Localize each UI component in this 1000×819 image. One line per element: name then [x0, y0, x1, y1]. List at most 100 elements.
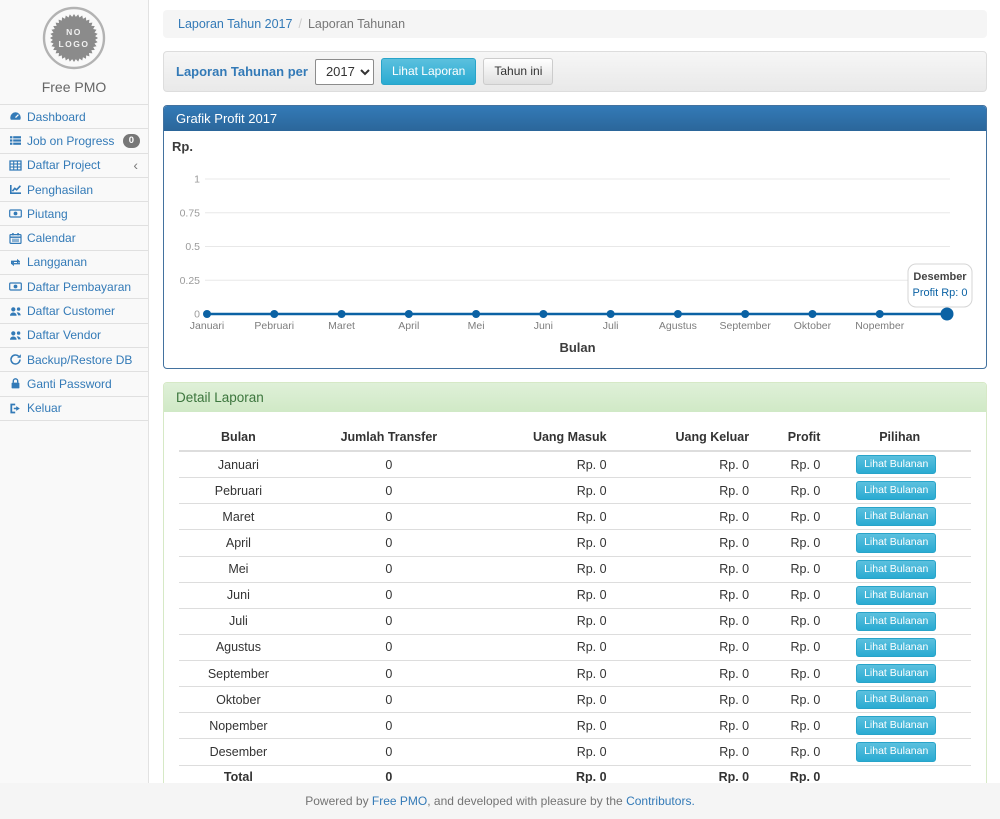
view-report-button[interactable]: Lihat Laporan	[381, 58, 476, 85]
main-content: Laporan Tahun 2017/Laporan Tahunan Lapor…	[150, 0, 1000, 819]
data-point-agustus[interactable]	[674, 310, 682, 318]
breadcrumb-current: Laporan Tahunan	[308, 17, 405, 31]
detail-panel-body: BulanJumlah TransferUang MasukUang Kelua…	[164, 412, 986, 805]
column-header-jumlah-transfer: Jumlah Transfer	[298, 424, 480, 451]
lihat-bulanan-button-maret[interactable]: Lihat Bulanan	[856, 507, 936, 526]
users-icon	[9, 329, 22, 342]
line-chart-icon	[9, 183, 22, 196]
lihat-bulanan-button-september[interactable]: Lihat Bulanan	[856, 664, 936, 683]
data-point-april[interactable]	[405, 310, 413, 318]
data-point-mei[interactable]	[472, 310, 480, 318]
brand-name: Free PMO	[0, 79, 148, 95]
sidebar-item-langganan[interactable]: Langganan	[0, 251, 148, 275]
cell-bulan: September	[179, 661, 298, 687]
chart-tooltip-label: Desember	[913, 271, 967, 283]
sidebar-item-ganti-password[interactable]: Ganti Password	[0, 372, 148, 396]
data-point-juni[interactable]	[539, 310, 547, 318]
contributors-link[interactable]: Contributors.	[626, 794, 695, 808]
data-point-maret[interactable]	[338, 310, 346, 318]
sidebar-item-penghasilan[interactable]: Penghasilan	[0, 178, 148, 202]
sidebar-item-daftar-pembayaran[interactable]: Daftar Pembayaran	[0, 275, 148, 299]
sidebar-item-keluar[interactable]: Keluar	[0, 397, 148, 421]
lihat-bulanan-button-juli[interactable]: Lihat Bulanan	[856, 612, 936, 631]
lihat-bulanan-button-oktober[interactable]: Lihat Bulanan	[856, 690, 936, 709]
data-point-desember[interactable]	[941, 308, 954, 321]
cell-profit: Rp. 0	[757, 530, 828, 556]
lihat-bulanan-button-desember[interactable]: Lihat Bulanan	[856, 742, 936, 761]
lihat-bulanan-button-pebruari[interactable]: Lihat Bulanan	[856, 481, 936, 500]
cell-uang_keluar: Rp. 0	[615, 687, 758, 713]
free-pmo-link[interactable]: Free PMO	[372, 794, 427, 808]
cell-uang_masuk: Rp. 0	[480, 608, 615, 634]
y-tick-label: 0.5	[185, 241, 200, 253]
cell-uang_keluar: Rp. 0	[615, 556, 758, 582]
x-tick-label: September	[719, 320, 771, 332]
column-header-uang-masuk: Uang Masuk	[480, 424, 615, 451]
tasks-icon	[9, 134, 22, 147]
cell-bulan: Maret	[179, 504, 298, 530]
lihat-bulanan-button-juni[interactable]: Lihat Bulanan	[856, 586, 936, 605]
sidebar-item-backup-restore-db[interactable]: Backup/Restore DB	[0, 348, 148, 372]
table-row-september: September0Rp. 0Rp. 0Rp. 0Lihat Bulanan	[179, 661, 971, 687]
table-row-maret: Maret0Rp. 0Rp. 0Rp. 0Lihat Bulanan	[179, 504, 971, 530]
cell-bulan: Pebruari	[179, 478, 298, 504]
year-select[interactable]: 2017	[315, 59, 374, 85]
breadcrumb-link[interactable]: Laporan Tahun 2017	[178, 17, 292, 31]
lihat-bulanan-button-april[interactable]: Lihat Bulanan	[856, 533, 936, 552]
sidebar-item-piutang[interactable]: Piutang	[0, 202, 148, 226]
cell-uang_keluar: Rp. 0	[615, 608, 758, 634]
svg-text:NO: NO	[66, 27, 82, 37]
cell-jumlah_transfer: 0	[298, 687, 480, 713]
data-point-oktober[interactable]	[808, 310, 816, 318]
cell-uang_masuk: Rp. 0	[480, 556, 615, 582]
data-point-september[interactable]	[741, 310, 749, 318]
this-year-button[interactable]: Tahun ini	[483, 58, 553, 85]
cell-jumlah_transfer: 0	[298, 530, 480, 556]
lihat-bulanan-button-agustus[interactable]: Lihat Bulanan	[856, 638, 936, 657]
lihat-bulanan-button-nopember[interactable]: Lihat Bulanan	[856, 716, 936, 735]
breadcrumb: Laporan Tahun 2017/Laporan Tahunan	[163, 10, 987, 38]
cell-profit: Rp. 0	[757, 478, 828, 504]
column-header-profit: Profit	[757, 424, 828, 451]
chart-tooltip: Desember Profit Rp: 0	[908, 264, 972, 307]
filter-label: Laporan Tahunan per	[176, 64, 308, 79]
lihat-bulanan-button-januari[interactable]: Lihat Bulanan	[856, 455, 936, 474]
data-point-januari[interactable]	[203, 310, 211, 318]
sidebar-item-daftar-project[interactable]: Daftar Project‹	[0, 154, 148, 178]
data-point-pebruari[interactable]	[270, 310, 278, 318]
sidebar-item-dashboard[interactable]: Dashboard	[0, 105, 148, 129]
retweet-icon	[9, 256, 22, 269]
lihat-bulanan-button-mei[interactable]: Lihat Bulanan	[856, 560, 936, 579]
cell-bulan: Juli	[179, 608, 298, 634]
chart-tooltip-value: Profit Rp: 0	[912, 287, 967, 299]
sidebar-item-daftar-vendor[interactable]: Daftar Vendor	[0, 324, 148, 348]
detail-report-panel: Detail Laporan BulanJumlah TransferUang …	[163, 382, 987, 806]
cell-profit: Rp. 0	[757, 634, 828, 660]
page-footer: Powered by Free PMO, and developed with …	[0, 783, 1000, 819]
y-tick-label: 1	[194, 174, 200, 186]
cell-profit: Rp. 0	[757, 713, 828, 739]
cell-uang_keluar: Rp. 0	[615, 451, 758, 478]
sidebar-item-job-on-progress[interactable]: Job on Progress0	[0, 129, 148, 153]
cell-jumlah_transfer: 0	[298, 451, 480, 478]
sidebar-item-label: Piutang	[27, 207, 140, 221]
data-point-juli[interactable]	[607, 310, 615, 318]
sidebar-item-daftar-customer[interactable]: Daftar Customer	[0, 299, 148, 323]
x-tick-label: Pebruari	[254, 320, 294, 332]
cell-bulan: Desember	[179, 739, 298, 765]
y-tick-label: 0	[194, 309, 200, 321]
sidebar-item-calendar[interactable]: Calendar	[0, 226, 148, 250]
sidebar-item-label: Daftar Vendor	[27, 328, 140, 342]
cell-profit: Rp. 0	[757, 608, 828, 634]
cell-jumlah_transfer: 0	[298, 713, 480, 739]
sidebar-item-label: Job on Progress	[27, 134, 123, 148]
data-point-nopember[interactable]	[876, 310, 884, 318]
chart-canvas[interactable]: Rp.10.750.50.250JanuariPebruariMaretApri…	[164, 131, 986, 368]
cell-uang_keluar: Rp. 0	[615, 739, 758, 765]
column-header-pilihan: Pilihan	[828, 424, 971, 451]
sidebar-menu: DashboardJob on Progress0Daftar Project‹…	[0, 104, 148, 421]
calendar-icon	[9, 232, 22, 245]
chevron-left-icon: ‹	[133, 158, 138, 172]
profit-chart-panel: Grafik Profit 2017 Rp.10.750.50.250Janua…	[163, 105, 987, 369]
y-axis-unit-label: Rp.	[172, 139, 193, 154]
